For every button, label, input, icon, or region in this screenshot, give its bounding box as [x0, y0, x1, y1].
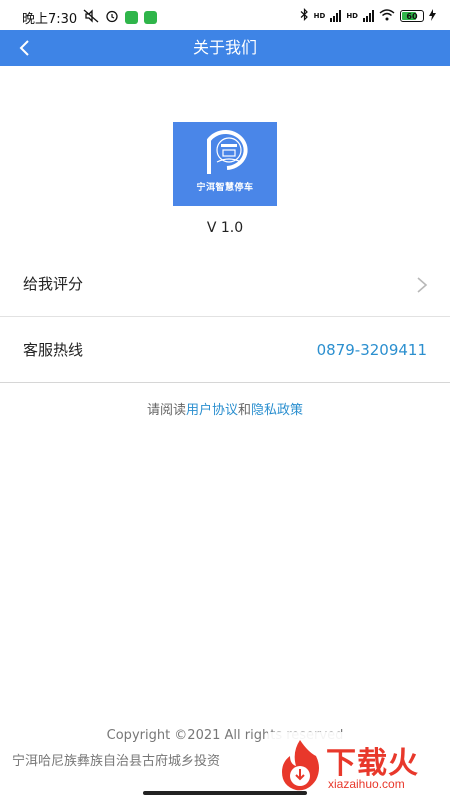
mute-icon — [83, 9, 99, 26]
flame-logo-icon — [282, 740, 319, 791]
charging-icon — [429, 8, 436, 24]
signal-icon — [330, 10, 342, 22]
user-agreement-link[interactable]: 用户协议 — [186, 403, 238, 418]
customer-hotline-label: 客服热线 — [23, 341, 84, 359]
app-logo: 宁洱智慧停车 — [173, 122, 277, 206]
bluetooth-icon — [300, 8, 309, 24]
wechat-notification-icon — [125, 11, 139, 24]
page-title: 关于我们 — [192, 38, 257, 57]
logo-text: 宁洱智慧停车 — [196, 183, 254, 193]
agreement-conjunction: 和 — [238, 403, 252, 418]
company-name: 宁洱哈尼族彝族自治县古府城乡投资 — [12, 754, 221, 769]
wifi-icon — [379, 8, 395, 24]
status-time: 晚上7:30 — [22, 12, 78, 27]
watermark: 下载火 xiazaihuo.com — [268, 732, 450, 800]
navigation-bar: 关于我们 — [0, 30, 450, 66]
watermark-title: 下载火 — [326, 746, 419, 781]
app-notification-icon — [144, 11, 158, 24]
network-type-label: HD — [313, 12, 326, 20]
app-version: V 1.0 — [206, 220, 244, 236]
chevron-right-icon — [417, 277, 428, 293]
home-indicator[interactable] — [143, 791, 307, 795]
privacy-policy-link[interactable]: 隐私政策 — [251, 403, 303, 418]
agreement-notice: 请阅读用户协议和隐私政策 — [0, 399, 450, 418]
rate-us-row[interactable]: 给我评分 — [0, 252, 450, 317]
watermark-url: xiazaihuo.com — [328, 777, 405, 791]
status-bar: 晚上7:30 HD HD 60 — [0, 0, 450, 30]
parking-logo-icon — [207, 130, 248, 174]
status-left: 晚上7:30 — [22, 8, 158, 27]
signal-icon-2 — [363, 10, 374, 22]
status-right: HD HD 60 — [300, 8, 436, 24]
customer-hotline-row[interactable]: 客服热线 0879-3209411 — [0, 318, 450, 383]
battery-icon: 60 — [400, 10, 424, 22]
network-type-label-2: HD — [346, 12, 358, 20]
hotline-number[interactable]: 0879-3209411 — [317, 318, 427, 382]
alarm-icon — [105, 9, 119, 26]
rate-us-label: 给我评分 — [23, 275, 84, 293]
battery-level: 60 — [406, 12, 418, 21]
agreement-prefix: 请阅读 — [146, 403, 186, 418]
